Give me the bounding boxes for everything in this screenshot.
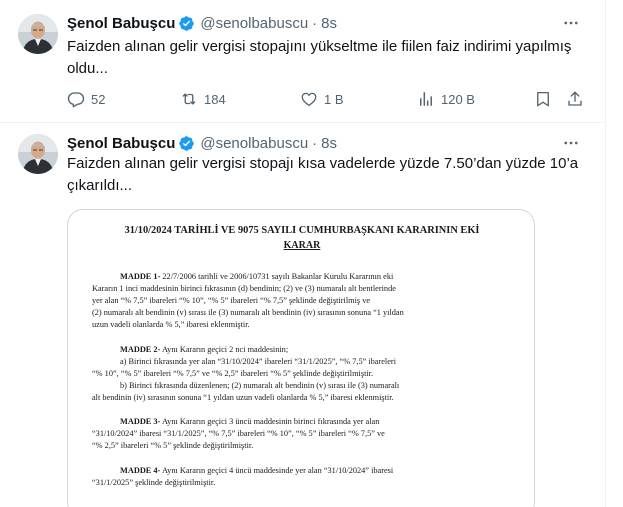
document-line: b) Birinci fıkrasında düzenlenen; (2) nu… xyxy=(120,381,400,390)
verified-badge-icon xyxy=(179,15,195,31)
more-icon[interactable] xyxy=(562,14,580,32)
tweet-text-line: oldu... xyxy=(67,60,108,77)
attached-document-image[interactable]: 31/10/2024 TARİHLİ VE 9075 SAYILI CUMHUR… xyxy=(67,209,535,507)
timestamp[interactable]: 8s xyxy=(321,15,337,32)
document-line: “% 10”, “% 5” ibareleri “% 7,5” ve “% 2,… xyxy=(92,369,374,378)
action-bar: 52 184 1 B 120 B xyxy=(67,89,591,109)
document-subtitle: KARAR xyxy=(283,240,321,251)
like-icon xyxy=(301,92,317,107)
verified-badge-icon xyxy=(179,135,195,151)
tweet-header: Şenol Babuşcu @senolbabuscu · 8s xyxy=(67,133,337,153)
article-label: MADDE 2- xyxy=(120,345,161,354)
author-name[interactable]: Şenol Babuşcu xyxy=(67,135,175,152)
tweet-text: Faizden alınan gelir vergisi stopajı kıs… xyxy=(67,153,591,197)
document-line: Kararın 1 inci maddesinin birinci fıkras… xyxy=(92,284,396,293)
line-text: 22/7/2006 tarihli ve 2006/10731 sayılı B… xyxy=(160,272,394,281)
document-line: a) Birinci fıkrasında yer alan “31/10/20… xyxy=(120,357,396,366)
document-line: “31/10/2024” ibaresi “31/1/2025”, “% 7,5… xyxy=(92,429,385,438)
reply-icon xyxy=(67,92,85,108)
document-line: MADDE 3- Aynı Kararın geçici 3 üncü madd… xyxy=(120,416,379,427)
timeline: Şenol Babuşcu @senolbabuscu · 8s Faizden… xyxy=(0,0,606,507)
article-label: MADDE 1- xyxy=(120,272,161,281)
bookmark-icon xyxy=(537,91,549,107)
avatar-portrait-icon xyxy=(18,14,58,54)
reply-button[interactable]: 52 xyxy=(67,89,105,109)
tweet[interactable]: Şenol Babuşcu @senolbabuscu · 8s Faizden… xyxy=(0,0,606,123)
like-button[interactable]: 1 B xyxy=(300,89,344,109)
author-name[interactable]: Şenol Babuşcu xyxy=(67,15,175,32)
line-text: Aynı Kararın geçici 3 üncü maddesinin bi… xyxy=(160,417,380,426)
views-button[interactable]: 120 B xyxy=(417,89,475,109)
document-line: MADDE 1- 22/7/2006 tarihli ve 2006/10731… xyxy=(120,271,393,282)
timestamp[interactable]: 8s xyxy=(321,135,337,152)
document-line: MADDE 4- Aynı Kararın geçici 4 üncü madd… xyxy=(120,465,393,476)
like-count: 1 B xyxy=(324,91,344,107)
document-line: alt bendinin (iv) sırasının sonuna “1 yı… xyxy=(92,393,394,402)
document-line: “31/1/2025” şeklinde değiştirilmiştir. xyxy=(92,478,216,487)
separator-dot: · xyxy=(312,14,318,32)
article-label: MADDE 4- xyxy=(120,466,161,475)
views-count: 120 B xyxy=(441,91,475,107)
document-line: yer alan “% 7,5” ibareleri “% 10”, “% 5”… xyxy=(92,296,371,305)
avatar[interactable] xyxy=(18,14,58,54)
tweet-text-line: Faizden alınan gelir vergisi stopajı kıs… xyxy=(67,155,579,172)
author-handle[interactable]: @senolbabuscu xyxy=(200,15,308,32)
share-icon xyxy=(568,91,582,106)
tweet-text-line: Faizden alınan gelir vergisi stopajını y… xyxy=(67,38,572,55)
tweet[interactable]: Şenol Babuşcu @senolbabuscu · 8s Faizden… xyxy=(0,124,606,507)
retweet-icon xyxy=(182,93,196,105)
views-icon xyxy=(420,92,432,106)
more-icon[interactable] xyxy=(562,134,580,152)
author-handle[interactable]: @senolbabuscu xyxy=(200,135,308,152)
reply-count: 52 xyxy=(91,91,106,107)
document-line: “% 2,5” ibareleri “% 5” şeklinde değişti… xyxy=(92,441,254,450)
retweet-button[interactable]: 184 xyxy=(180,89,226,109)
line-text: Aynı Kararın geçici 4 üncü maddesinde ye… xyxy=(160,466,394,475)
document-line: MADDE 2- Aynı Kararın geçici 2 nci madde… xyxy=(120,344,288,355)
document-page: 31/10/2024 TARİHLİ VE 9075 SAYILI CUMHUR… xyxy=(68,210,534,507)
bookmark-button[interactable] xyxy=(534,89,558,109)
document-line: (2) numaralı alt bendinin (v) sırası ile… xyxy=(92,308,404,317)
tweet-text: Faizden alınan gelir vergisi stopajını y… xyxy=(67,36,591,80)
document-line: uzun vadeli olanlarda % 5,” ibaresi ekle… xyxy=(92,320,250,329)
tweet-text-line: çıkarıldı... xyxy=(67,177,133,194)
article-label: MADDE 3- xyxy=(120,417,161,426)
avatar[interactable] xyxy=(18,134,58,174)
share-button[interactable] xyxy=(566,89,590,109)
line-text: Aynı Kararın geçici 2 nci maddesinin; xyxy=(160,345,289,354)
retweet-count: 184 xyxy=(204,91,226,107)
tweet-header: Şenol Babuşcu @senolbabuscu · 8s xyxy=(67,13,337,33)
separator-dot: · xyxy=(312,134,318,152)
avatar-portrait-icon xyxy=(18,134,58,174)
document-title: 31/10/2024 TARİHLİ VE 9075 SAYILI CUMHUR… xyxy=(124,225,480,236)
